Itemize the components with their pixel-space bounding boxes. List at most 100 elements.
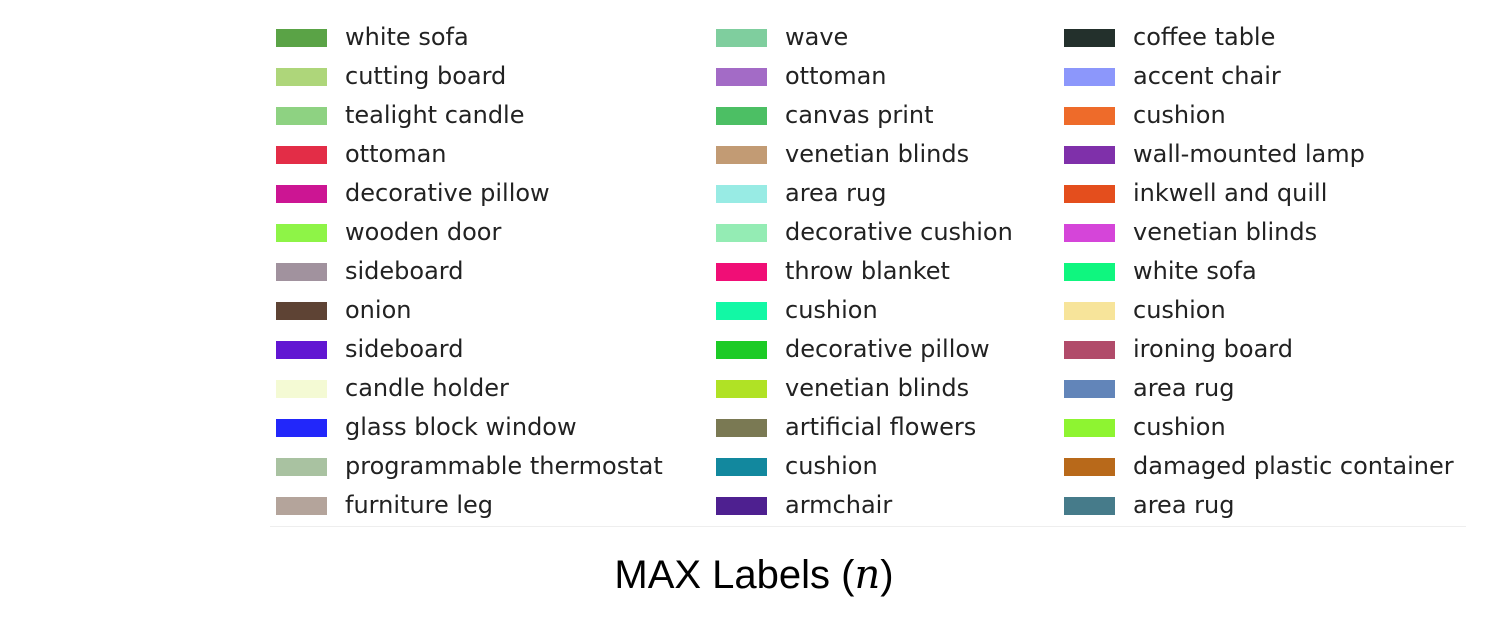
legend-item: accent chair	[1064, 57, 1454, 96]
legend-label: wall-mounted lamp	[1133, 140, 1365, 168]
legend-label: ottoman	[785, 62, 887, 90]
legend-label: glass block window	[345, 413, 577, 441]
legend-item: programmable thermostat	[276, 447, 663, 486]
legend-column-1: white sofa cutting board tealight candle ot…	[276, 18, 663, 525]
legend-swatch	[276, 145, 327, 164]
legend-swatch	[276, 418, 327, 437]
legend-swatch	[1064, 262, 1115, 281]
legend-swatch	[1064, 145, 1115, 164]
legend-item: sideboard	[276, 252, 663, 291]
legend-item: furniture leg	[276, 486, 663, 525]
legend-label: damaged plastic container	[1133, 452, 1454, 480]
legend-swatch	[276, 184, 327, 203]
caption-text: MAX Labels (	[614, 553, 855, 597]
legend-swatch	[276, 340, 327, 359]
legend-item: candle holder	[276, 369, 663, 408]
legend-item: armchair	[716, 486, 1013, 525]
legend-swatch	[1064, 457, 1115, 476]
legend-swatch	[716, 262, 767, 281]
legend-column-2: wave ottoman canvas print venetian blinds ar…	[716, 18, 1013, 525]
legend-label: area rug	[1133, 374, 1235, 402]
legend-label: wooden door	[345, 218, 502, 246]
legend-swatch	[1064, 223, 1115, 242]
legend-item: tealight candle	[276, 96, 663, 135]
legend-item: cushion	[716, 291, 1013, 330]
legend-swatch	[1064, 379, 1115, 398]
legend-item: canvas print	[716, 96, 1013, 135]
legend-label: coffee table	[1133, 23, 1276, 51]
legend-label: venetian blinds	[785, 374, 970, 402]
legend-item: ottoman	[276, 135, 663, 174]
legend-item: decorative pillow	[716, 330, 1013, 369]
legend-swatch	[276, 379, 327, 398]
legend-swatch	[1064, 28, 1115, 47]
legend-label: cushion	[1133, 413, 1226, 441]
legend-swatch	[716, 184, 767, 203]
figure-caption: MAX Labels (n)	[0, 545, 1508, 605]
legend-item: sideboard	[276, 330, 663, 369]
caption-math-variable: n	[854, 552, 881, 598]
legend-label: white sofa	[345, 23, 469, 51]
legend-swatch	[716, 106, 767, 125]
legend-label: artificial flowers	[785, 413, 977, 441]
legend-item: cushion	[1064, 291, 1454, 330]
legend-swatch	[716, 418, 767, 437]
legend-swatch	[716, 496, 767, 515]
legend-swatch	[276, 223, 327, 242]
legend-swatch	[276, 496, 327, 515]
legend-swatch	[716, 340, 767, 359]
legend-item: area rug	[1064, 369, 1454, 408]
legend-item: venetian blinds	[716, 135, 1013, 174]
legend-label: venetian blinds	[785, 140, 970, 168]
legend-label: cushion	[785, 452, 878, 480]
legend-label: inkwell and quill	[1133, 179, 1328, 207]
legend-label: area rug	[785, 179, 887, 207]
legend-swatch	[276, 106, 327, 125]
legend-swatch	[716, 301, 767, 320]
legend-swatch	[716, 67, 767, 86]
legend-panel: white sofa cutting board tealight candle ot…	[270, 18, 1466, 527]
legend-swatch	[1064, 106, 1115, 125]
legend-label: programmable thermostat	[345, 452, 663, 480]
legend-item: ottoman	[716, 57, 1013, 96]
legend-item: inkwell and quill	[1064, 174, 1454, 213]
legend-item: venetian blinds	[1064, 213, 1454, 252]
legend-label: decorative pillow	[785, 335, 990, 363]
legend-swatch	[1064, 418, 1115, 437]
legend-item: white sofa	[1064, 252, 1454, 291]
legend-item: wave	[716, 18, 1013, 57]
legend-swatch	[716, 145, 767, 164]
legend-label: sideboard	[345, 335, 464, 363]
legend-label: candle holder	[345, 374, 509, 402]
legend-label: cushion	[1133, 296, 1226, 324]
legend-item: wall-mounted lamp	[1064, 135, 1454, 174]
legend-item: cushion	[1064, 96, 1454, 135]
legend-item: area rug	[1064, 486, 1454, 525]
legend-swatch	[1064, 340, 1115, 359]
legend-item: cushion	[716, 447, 1013, 486]
legend-item: glass block window	[276, 408, 663, 447]
legend-item: onion	[276, 291, 663, 330]
legend-label: wave	[785, 23, 849, 51]
legend-label: decorative cushion	[785, 218, 1013, 246]
legend-swatch	[716, 28, 767, 47]
legend-swatch	[276, 457, 327, 476]
legend-item: ironing board	[1064, 330, 1454, 369]
legend-label: cutting board	[345, 62, 507, 90]
legend-swatch	[716, 457, 767, 476]
legend-label: tealight candle	[345, 101, 525, 129]
legend-item: wooden door	[276, 213, 663, 252]
legend-item: artificial flowers	[716, 408, 1013, 447]
legend-label: onion	[345, 296, 412, 324]
legend-label: sideboard	[345, 257, 464, 285]
legend-label: venetian blinds	[1133, 218, 1318, 246]
legend-label: armchair	[785, 491, 893, 519]
legend-swatch	[1064, 67, 1115, 86]
caption-close-paren: )	[880, 553, 894, 597]
legend-label: accent chair	[1133, 62, 1281, 90]
legend-label: white sofa	[1133, 257, 1257, 285]
legend-swatch	[276, 28, 327, 47]
legend-item: throw blanket	[716, 252, 1013, 291]
legend-label: ottoman	[345, 140, 447, 168]
legend-item: decorative cushion	[716, 213, 1013, 252]
